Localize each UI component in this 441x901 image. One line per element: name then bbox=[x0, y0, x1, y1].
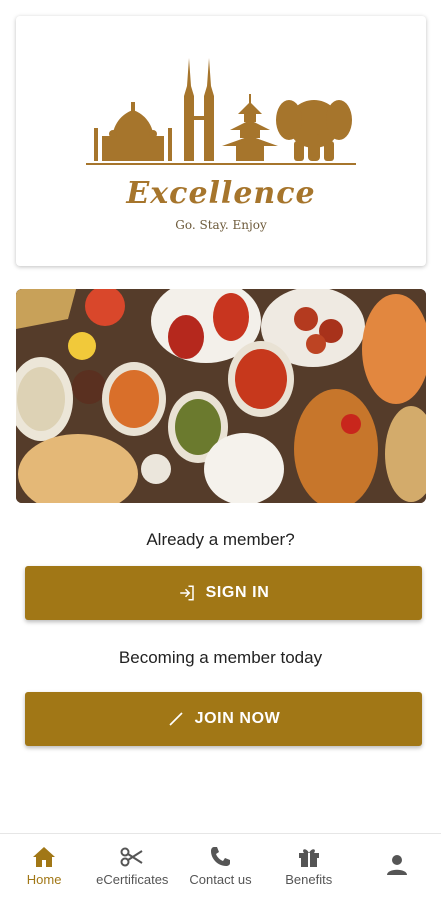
join-now-button[interactable]: JOIN NOW bbox=[25, 692, 422, 746]
sign-in-button[interactable]: SIGN IN bbox=[25, 566, 422, 620]
nav-label-benefits: Benefits bbox=[285, 872, 333, 887]
bottom-nav: Home eCertificates Contact us Benefits bbox=[0, 833, 441, 901]
landmarks-logo bbox=[86, 58, 356, 165]
food-banner-image bbox=[16, 289, 426, 503]
nav-item-ecertificates[interactable]: eCertificates bbox=[88, 834, 176, 901]
pencil-icon bbox=[169, 712, 183, 726]
member-prompt: Already a member? bbox=[146, 530, 295, 549]
nav-label-home: Home bbox=[26, 872, 62, 887]
join-now-label: JOIN NOW bbox=[194, 710, 281, 727]
phone-icon bbox=[210, 847, 230, 866]
brand-logo-card: Excellence Go. Stay. Enjoy bbox=[16, 16, 426, 266]
nav-label-ecertificates: eCertificates bbox=[96, 872, 169, 887]
nav-item-benefits[interactable]: Benefits bbox=[265, 834, 353, 901]
sign-in-label: SIGN IN bbox=[205, 584, 270, 601]
brand-name: Excellence bbox=[126, 176, 316, 211]
profile-icon bbox=[386, 855, 407, 875]
nav-label-contact-us: Contact us bbox=[189, 872, 252, 887]
join-prompt: Becoming a member today bbox=[118, 648, 323, 667]
scissors-icon bbox=[120, 847, 143, 867]
brand-tagline: Go. Stay. Enjoy bbox=[175, 218, 267, 232]
gift-icon bbox=[298, 849, 319, 867]
home-icon bbox=[33, 847, 56, 867]
nav-item-profile[interactable] bbox=[353, 834, 441, 901]
nav-item-contact-us[interactable]: Contact us bbox=[176, 834, 264, 901]
login-icon bbox=[179, 585, 194, 601]
nav-item-home[interactable]: Home bbox=[0, 834, 88, 901]
